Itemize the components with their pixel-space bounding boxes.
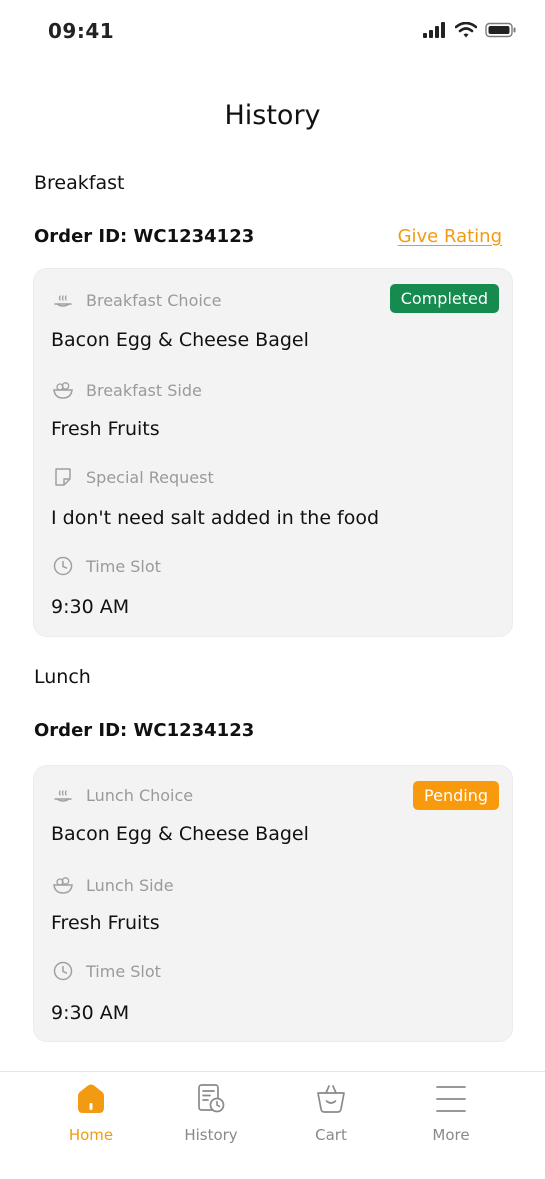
breakfast-side-label: Breakfast Side xyxy=(52,379,202,401)
salad-bowl-icon xyxy=(53,877,73,894)
lunch-choice-label-text: Lunch Choice xyxy=(86,785,194,805)
clock-icon xyxy=(53,556,73,576)
signal-icon xyxy=(423,22,445,38)
nav-cart-label: Cart xyxy=(315,1126,347,1144)
nav-history[interactable]: History xyxy=(161,1082,261,1144)
lunch-time-slot-value: 9:30 AM xyxy=(51,1002,130,1024)
nav-cart[interactable]: Cart xyxy=(281,1082,381,1144)
home-icon xyxy=(78,1084,104,1113)
status-icons xyxy=(423,22,517,38)
status-bar: 09:41 xyxy=(0,0,545,64)
history-icon xyxy=(198,1084,225,1113)
breakfast-order-id: Order ID: WC1234123 xyxy=(34,226,255,247)
give-rating-link[interactable]: Give Rating xyxy=(398,226,502,247)
status-badge-pending: Pending xyxy=(413,781,499,810)
cart-icon xyxy=(317,1085,345,1113)
nav-more[interactable]: More xyxy=(401,1082,501,1144)
nav-home[interactable]: Home xyxy=(41,1082,141,1144)
special-request-label: Special Request xyxy=(52,466,214,488)
lunch-choice-value: Bacon Egg & Cheese Bagel xyxy=(51,823,309,845)
lunch-side-label: Lunch Side xyxy=(52,874,174,896)
page-title: History xyxy=(224,100,321,131)
lunch-section-label: Lunch xyxy=(34,666,91,688)
clock-icon xyxy=(53,961,73,981)
breakfast-order-card: Completed Breakfast Choice Bacon Egg & C… xyxy=(33,268,513,637)
lunch-time-slot-label: Time Slot xyxy=(52,960,161,982)
lunch-order-id: Order ID: WC1234123 xyxy=(34,720,255,741)
lunch-side-label-text: Lunch Side xyxy=(86,875,174,895)
lunch-side-value: Fresh Fruits xyxy=(51,912,160,934)
lunch-choice-label: Lunch Choice xyxy=(52,784,193,806)
salad-bowl-icon xyxy=(53,382,73,399)
nav-history-label: History xyxy=(184,1126,238,1144)
breakfast-choice-value: Bacon Egg & Cheese Bagel xyxy=(51,329,309,351)
dish-icon xyxy=(54,790,72,802)
status-time: 09:41 xyxy=(48,19,115,43)
battery-icon xyxy=(485,22,516,38)
nav-more-label: More xyxy=(432,1126,470,1144)
special-request-value: I don't need salt added in the food xyxy=(51,507,380,529)
dish-icon xyxy=(54,295,72,307)
lunch-order-card: Pending Lunch Choice Bacon Egg & Cheese … xyxy=(33,765,513,1042)
special-request-label-text: Special Request xyxy=(86,467,214,487)
bottom-navigation: Home History Cart More xyxy=(0,1071,545,1179)
breakfast-side-value: Fresh Fruits xyxy=(51,418,160,440)
nav-home-label: Home xyxy=(68,1126,114,1144)
note-icon xyxy=(55,468,71,486)
breakfast-time-slot-value: 9:30 AM xyxy=(51,596,130,618)
menu-icon xyxy=(436,1086,466,1112)
breakfast-section-label: Breakfast xyxy=(34,172,125,194)
status-badge-completed: Completed xyxy=(389,284,499,313)
breakfast-time-slot-label: Time Slot xyxy=(52,555,161,577)
breakfast-time-slot-label-text: Time Slot xyxy=(86,556,161,576)
breakfast-choice-label: Breakfast Choice xyxy=(52,289,221,311)
lunch-time-slot-label-text: Time Slot xyxy=(86,961,161,981)
wifi-icon xyxy=(455,22,477,38)
breakfast-side-label-text: Breakfast Side xyxy=(86,380,202,400)
breakfast-choice-label-text: Breakfast Choice xyxy=(86,290,222,310)
